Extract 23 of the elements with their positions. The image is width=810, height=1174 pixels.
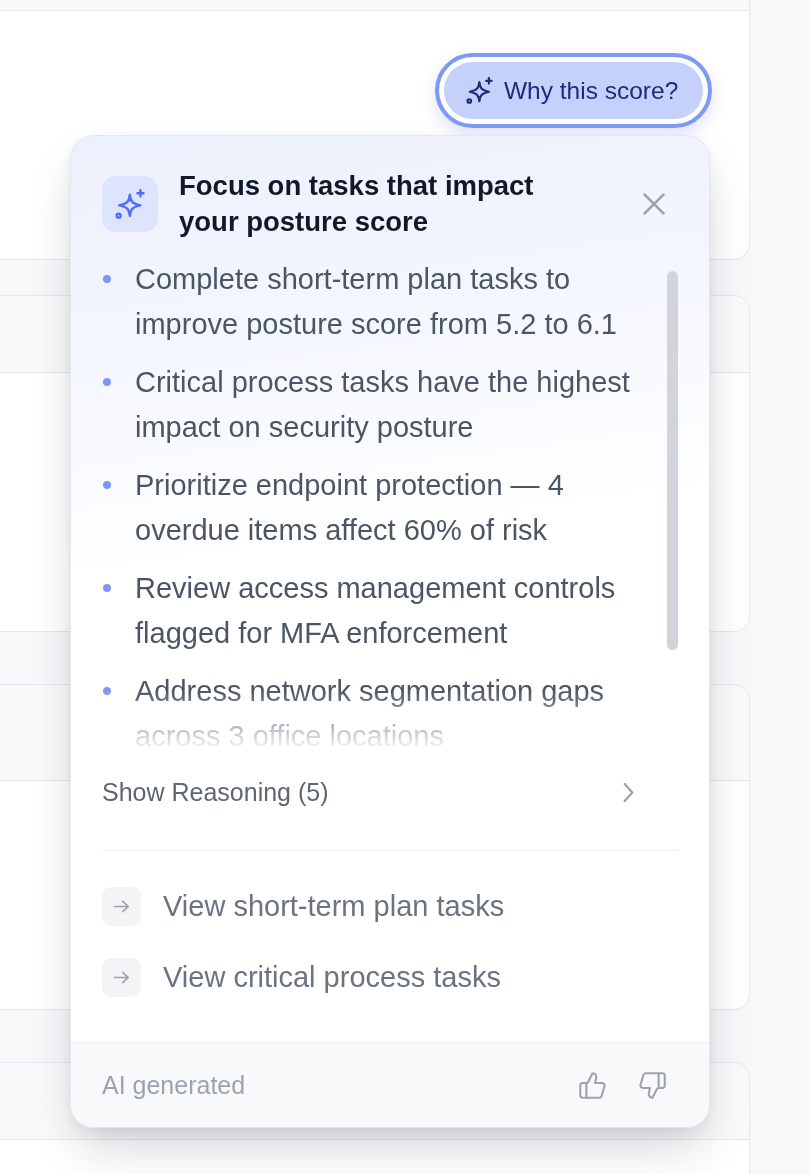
scrollbar-thumb[interactable] — [667, 271, 678, 650]
task-link[interactable]: View critical process tasks — [102, 958, 501, 997]
insight-text: Prioritize endpoint protection — 4 overdue items affect 60% of risk — [135, 468, 565, 548]
insight-text: Complete short-term plan tasks to improve posture score from 5.2 to 6.1 — [135, 262, 618, 342]
bullet-icon — [103, 481, 111, 489]
popover-title: Focus on tasks that impact your posture score — [179, 169, 535, 239]
bullet-icon — [103, 378, 111, 386]
arrow-right-icon — [102, 887, 141, 926]
task-link[interactable]: View short-term plan tasks — [102, 887, 505, 926]
insight-text: Critical process tasks have the highest impact on security posture — [135, 365, 631, 445]
thumbs-up-icon[interactable] — [579, 1071, 606, 1099]
sparkle-icon — [102, 176, 158, 232]
bullet-icon — [103, 687, 111, 695]
show-reasoning-button[interactable]: Show Reasoning (5) — [102, 777, 678, 807]
bullet-icon — [103, 584, 111, 592]
ai-generated-label: AI generated — [102, 1070, 246, 1100]
arrow-right-icon — [102, 958, 141, 997]
insight-text: Review access management controls flagged for MFA enforcement — [135, 571, 617, 651]
thumbs-down-icon[interactable] — [639, 1071, 666, 1099]
why-this-score-button[interactable]: Why this score? — [435, 53, 713, 128]
bullet-icon — [103, 275, 111, 283]
close-icon[interactable] — [643, 193, 665, 215]
sparkle-icon — [466, 77, 493, 104]
